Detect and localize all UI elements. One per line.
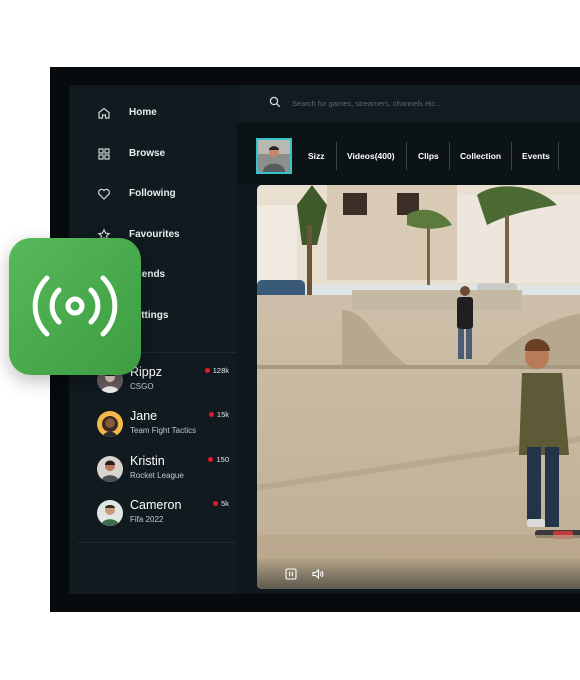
sidebar-item-home[interactable]: Home [69, 101, 237, 125]
heart-icon [98, 188, 110, 200]
live-stream-item[interactable]: Cameron Fifa 2022 5k [69, 496, 237, 532]
tab-videos[interactable]: Videos(400) [347, 142, 395, 170]
sidebar-item-browse[interactable]: Browse [69, 142, 237, 166]
streamer-game: Fifa 2022 [130, 515, 164, 524]
live-dot [208, 412, 214, 417]
live-dot [208, 457, 214, 462]
streamer-name: Jane [130, 409, 158, 423]
home-icon [98, 107, 110, 119]
live-dot [204, 368, 210, 373]
tab-clips[interactable]: Clips [418, 142, 439, 170]
tab-events[interactable]: Events [522, 142, 550, 170]
streamer-name: Cameron [130, 498, 182, 512]
search-icon [269, 96, 281, 108]
viewer-count: 15k [208, 410, 229, 419]
viewer-count: 128k [204, 366, 229, 375]
sidebar-item-label: Home [129, 107, 157, 118]
search-input[interactable] [290, 93, 574, 113]
pause-icon[interactable] [284, 567, 298, 581]
avatar [97, 411, 123, 437]
grid-icon [98, 148, 110, 160]
sidebar-item-label: Following [129, 188, 176, 199]
tab-sizz[interactable]: Sizz [308, 142, 325, 170]
avatar [97, 456, 123, 482]
live-stream-item[interactable]: Kristin Rocket League 150 [69, 452, 237, 488]
tab-divider [336, 142, 337, 170]
avatar [97, 500, 123, 526]
streamer-name: Kristin [130, 454, 165, 468]
video-frame [257, 185, 580, 589]
tab-divider [558, 142, 559, 170]
video-player[interactable] [257, 185, 580, 589]
broadcast-icon [32, 275, 118, 337]
streamer-game: Rocket League [130, 471, 184, 480]
channel-thumbnail[interactable] [256, 138, 292, 174]
streamer-game: Team Fight Tactics [130, 426, 197, 435]
player-controls [257, 559, 580, 589]
channel-tabs: Sizz Videos(400) Clips Collection Events [237, 123, 580, 185]
tab-divider [511, 142, 512, 170]
live-broadcast-badge [9, 238, 141, 375]
sidebar-item-label: Browse [129, 148, 166, 159]
tab-divider [406, 142, 407, 170]
app-window: Home Browse Following Favourites Friends… [69, 85, 580, 594]
live-stream-item[interactable]: Jane Team Fight Tactics 15k [69, 407, 237, 443]
tab-divider [449, 142, 450, 170]
volume-icon[interactable] [311, 567, 325, 581]
sidebar-item-following[interactable]: Following [69, 182, 237, 206]
tab-collection[interactable]: Collection [460, 142, 501, 170]
viewer-count: 150 [208, 455, 229, 464]
top-bar [237, 85, 580, 123]
live-dot [213, 501, 219, 506]
sidebar-divider [77, 542, 237, 543]
viewer-count: 5k [213, 499, 229, 508]
streamer-game: CSGO [130, 382, 154, 391]
